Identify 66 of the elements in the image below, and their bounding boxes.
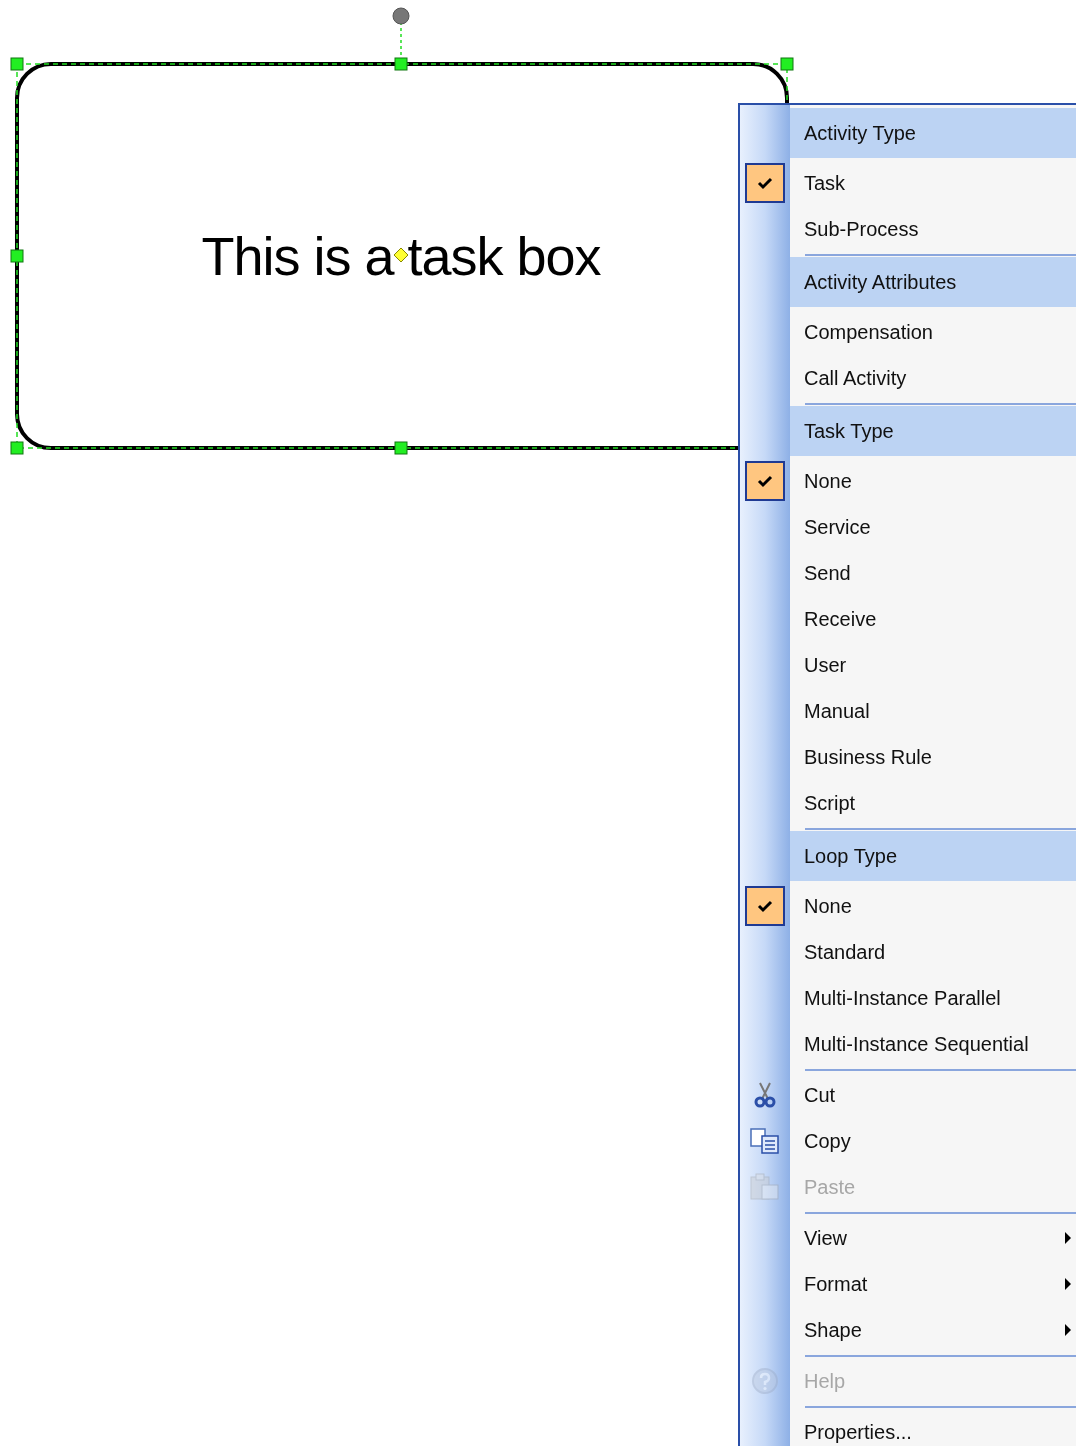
menu-item[interactable]: Multi-Instance Parallel (740, 975, 1076, 1021)
menu-item-label: Format (804, 1272, 868, 1297)
menu-item[interactable]: Copy (740, 1118, 1076, 1164)
menu-item[interactable]: User (740, 642, 1076, 688)
copy-icon (750, 1128, 780, 1154)
menu-item-label: Copy (804, 1129, 851, 1154)
menu-item-label: Compensation (804, 320, 933, 345)
menu-item[interactable]: None (740, 883, 1076, 929)
selection-handle[interactable] (780, 57, 794, 71)
menu-item[interactable]: Standard (740, 929, 1076, 975)
menu-item-label: Manual (804, 699, 870, 724)
help-icon (751, 1367, 779, 1395)
menu-item[interactable]: Format (740, 1261, 1076, 1307)
menu-item-label: Help (804, 1369, 846, 1394)
menu-item-label: Sub-Process (804, 217, 919, 242)
menu-item-label: Shape (804, 1318, 862, 1343)
menu-item-label: Multi-Instance Sequential (804, 1032, 1029, 1057)
menu-item-label: Multi-Instance Parallel (804, 986, 1001, 1011)
menu-item[interactable]: Sub-Process (740, 206, 1076, 252)
selection-handle[interactable] (10, 249, 24, 263)
menu-section-header: Task Type (790, 406, 1076, 456)
menu-item-label: Business Rule (804, 745, 932, 770)
menu-item[interactable]: None (740, 458, 1076, 504)
menu-item-label: Standard (804, 940, 886, 965)
shape-label: This is a task box (201, 224, 601, 288)
selection-handle[interactable] (394, 441, 408, 455)
selection-handle[interactable] (10, 441, 24, 455)
submenu-arrow-icon (1064, 1277, 1072, 1291)
menu-section-header: Activity Type (790, 108, 1076, 158)
menu-item-label: None (804, 894, 852, 919)
selection-handle[interactable] (394, 57, 408, 71)
menu-item-label: Script (804, 791, 856, 816)
clipboard-icon (750, 1173, 780, 1201)
menu-item-label: Task (804, 171, 846, 196)
menu-item[interactable]: Call Activity (740, 355, 1076, 401)
menu-item[interactable]: Multi-Instance Sequential (740, 1021, 1076, 1067)
menu-item[interactable]: Business Rule (740, 734, 1076, 780)
menu-item[interactable]: Compensation (740, 309, 1076, 355)
menu-item-label: Receive (804, 607, 877, 632)
menu-item-label: Send (804, 561, 851, 586)
menu-item-label: Call Activity (804, 366, 907, 391)
menu-item[interactable]: Shape (740, 1307, 1076, 1353)
menu-item[interactable]: Receive (740, 596, 1076, 642)
menu-item[interactable]: Manual (740, 688, 1076, 734)
menu-item[interactable]: Properties... (740, 1409, 1076, 1446)
selection-handle[interactable] (10, 57, 24, 71)
menu-section-header: Loop Type (790, 831, 1076, 881)
menu-item-label: Properties... (804, 1420, 912, 1445)
menu-section-header: Activity Attributes (790, 257, 1076, 307)
menu-item-label: View (804, 1226, 847, 1251)
rotation-handle[interactable] (392, 7, 410, 25)
menu-item[interactable]: Send (740, 550, 1076, 596)
submenu-arrow-icon (1064, 1231, 1072, 1245)
submenu-arrow-icon (1064, 1323, 1072, 1337)
scissors-icon (754, 1082, 776, 1108)
menu-item-label: Service (804, 515, 871, 540)
menu-item[interactable]: View (740, 1215, 1076, 1261)
menu-item[interactable]: Service (740, 504, 1076, 550)
menu-item-label: None (804, 469, 852, 494)
menu-item[interactable]: Script (740, 780, 1076, 826)
menu-item-label: Paste (804, 1175, 856, 1200)
menu-item[interactable]: Task (740, 160, 1076, 206)
task-shape[interactable] (15, 62, 789, 450)
menu-item-label: Cut (804, 1083, 836, 1108)
menu-item-label: User (804, 653, 847, 678)
menu-item[interactable]: Cut (740, 1072, 1076, 1118)
